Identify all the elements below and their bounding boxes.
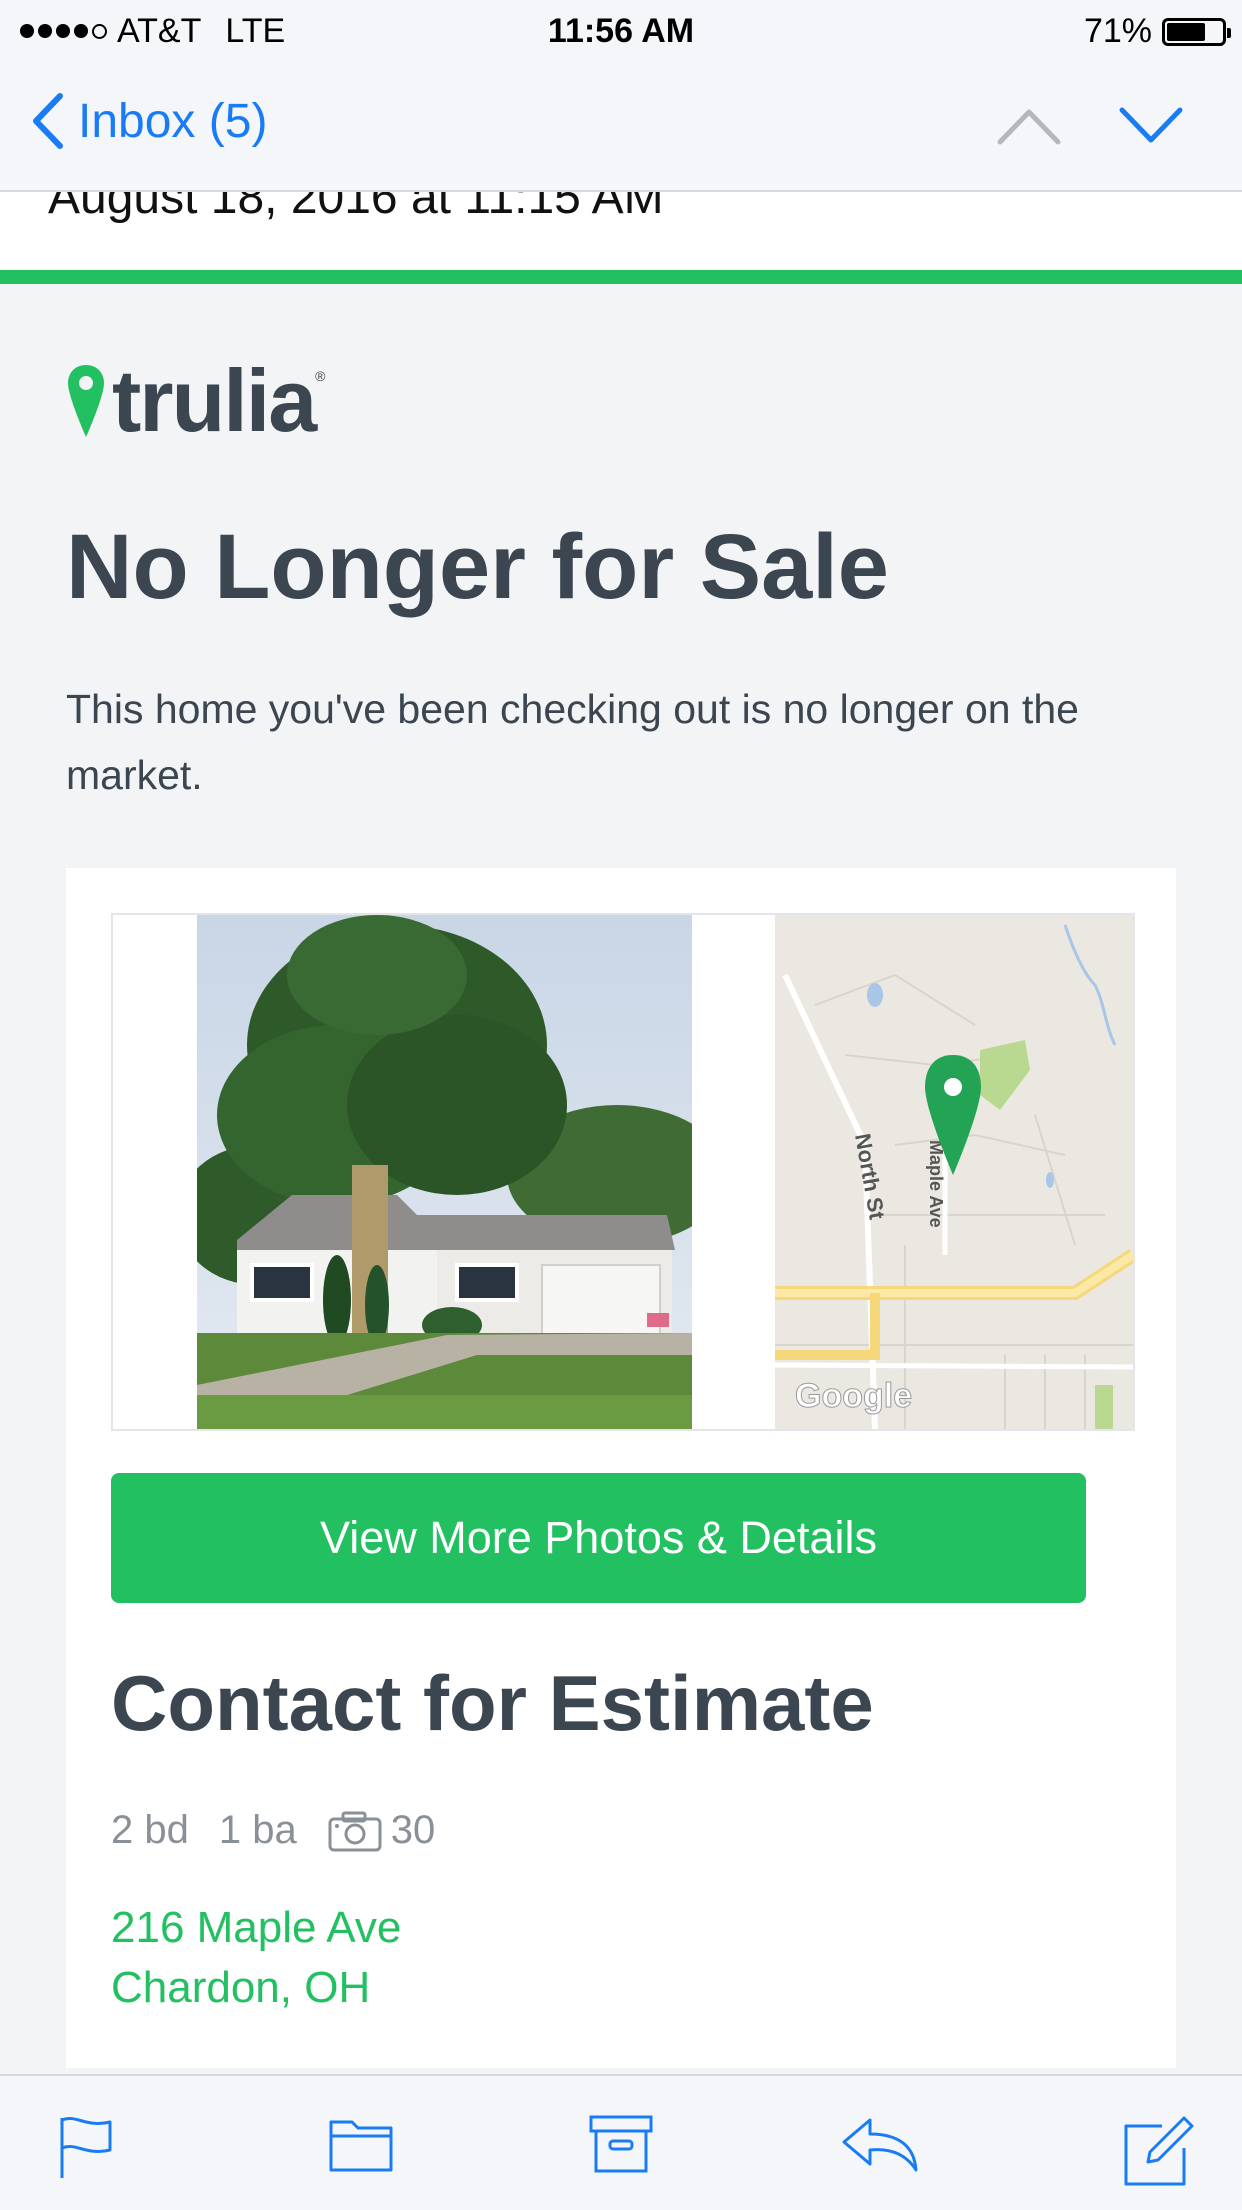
map-street-label: Maple Ave [926,1140,946,1228]
reply-button[interactable] [840,2114,920,2179]
battery-icon [1162,17,1231,46]
mail-toolbar [0,2074,1242,2210]
chevron-down-icon [1119,107,1183,143]
compose-icon [1124,2116,1194,2186]
subtitle: This home you've been checking out is no… [66,686,1079,798]
location-map[interactable]: North St Maple Ave Google [775,915,1133,1429]
archive-icon [589,2115,653,2173]
chevron-left-icon [33,93,63,149]
map-pin-icon [68,365,104,437]
folder-icon [329,2120,393,2172]
brand-divider [0,270,1242,284]
clock: 11:56 AM [547,12,695,50]
status-right: 71% [1083,12,1231,51]
mail-nav-bar: Inbox (5) [0,60,1242,192]
baths-count: 1 ba [218,1808,297,1852]
camera-icon [327,1809,383,1853]
email-date-header: August 18, 2016 at 11:15 AM [0,192,1242,270]
chevron-up-icon [997,109,1061,145]
headline: No Longer for Sale [66,516,889,618]
beds-count: 2 bd [111,1808,189,1852]
flag-button[interactable] [56,2114,116,2185]
back-to-inbox-button[interactable]: Inbox (5) [30,92,267,150]
listing-address-link[interactable]: 216 Maple Ave Chardon, OH [111,1898,401,2018]
status-bar: AT&T LTE 11:56 AM 71% [0,0,1242,60]
listing-price: Contact for Estimate [111,1659,874,1747]
back-label: Inbox (5) [78,94,268,148]
listing-media[interactable]: North St Maple Ave Google [111,913,1135,1431]
next-message-button[interactable] [1118,100,1184,155]
google-watermark: Google [795,1377,912,1415]
battery-percent: 71% [1083,12,1152,50]
compose-button[interactable] [1122,2114,1196,2193]
address-line-2: Chardon, OH [111,1963,371,2012]
trulia-logo: trulia ® [66,350,325,452]
view-more-details-button[interactable]: View More Photos & Details [111,1473,1086,1603]
move-to-folder-button[interactable] [328,2114,394,2179]
previous-message-button[interactable] [996,100,1062,155]
brand-name: trulia [112,351,317,450]
address-line-1: 216 Maple Ave [111,1903,402,1952]
photo-count: 30 [390,1808,436,1852]
listing-facts: 2 bd 1 ba 30 [111,1808,465,1853]
archive-button[interactable] [588,2114,654,2179]
reply-icon [842,2118,918,2172]
house-photo[interactable] [197,915,692,1429]
flag-icon [60,2117,112,2178]
listing-card: North St Maple Ave Google View More Phot… [66,868,1176,2068]
email-date: August 18, 2016 at 11:15 AM [48,192,664,224]
